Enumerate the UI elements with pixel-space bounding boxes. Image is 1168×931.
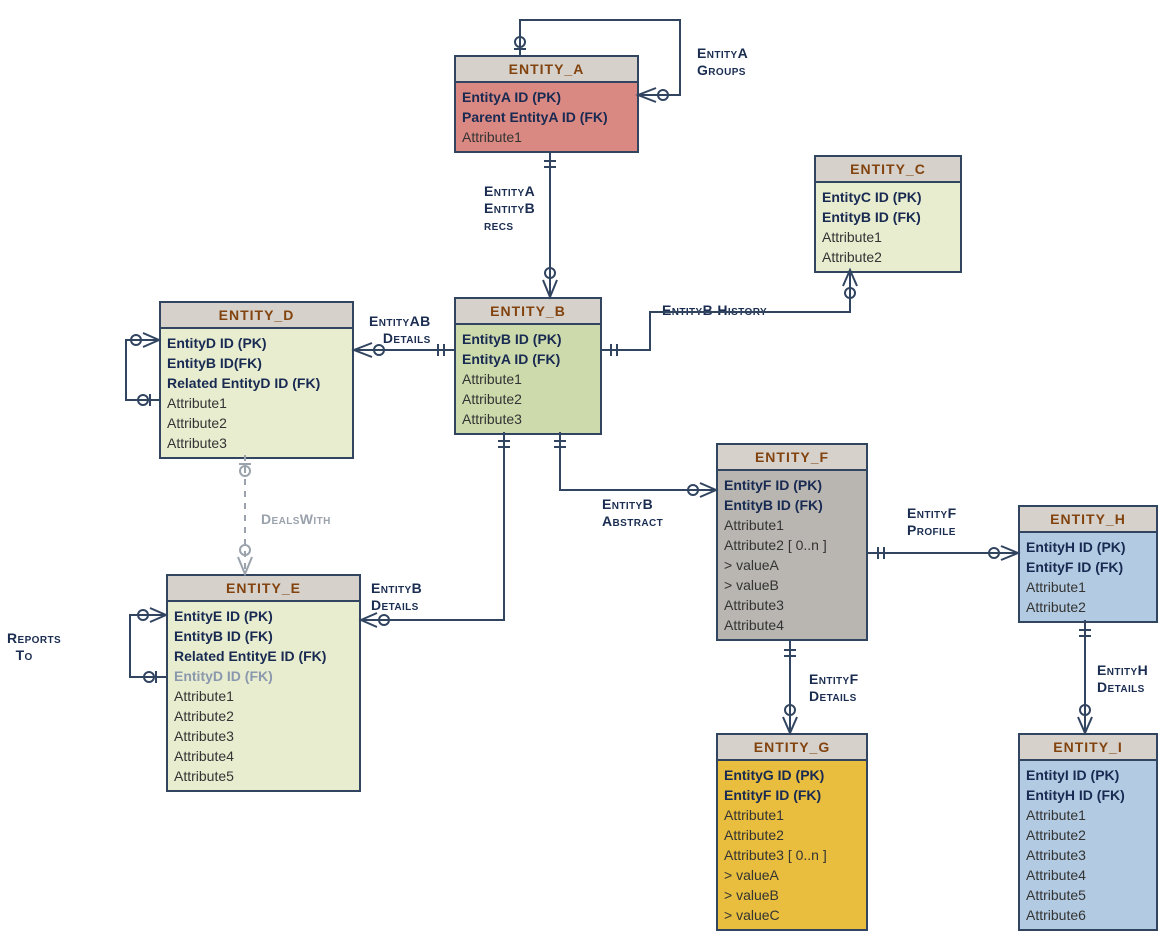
entity-i-key: EntityH ID (FK): [1026, 785, 1150, 805]
entity-i-attr: Attribute1: [1026, 805, 1150, 825]
entity-g-attr: > valueA: [724, 865, 860, 885]
entity-e: ENTITY_E EntityE ID (PK) EntityB ID (FK)…: [166, 574, 361, 792]
entity-i-key: EntityI ID (PK): [1026, 765, 1150, 785]
entity-e-optkey: EntityD ID (FK): [174, 666, 353, 686]
entity-c: ENTITY_C EntityC ID (PK) EntityB ID (FK)…: [814, 155, 962, 273]
entity-i: ENTITY_I EntityI ID (PK) EntityH ID (FK)…: [1018, 733, 1158, 931]
entity-i-title: ENTITY_I: [1020, 735, 1156, 761]
entity-g-key: EntityG ID (PK): [724, 765, 860, 785]
label-entityf-details: EntityFDetails: [809, 671, 859, 705]
entity-d-key: EntityD ID (PK): [167, 333, 346, 353]
entity-i-attr: Attribute4: [1026, 865, 1150, 885]
entity-e-key: EntityB ID (FK): [174, 626, 353, 646]
entity-f-attr: Attribute1: [724, 515, 860, 535]
entity-f-attr: Attribute3: [724, 595, 860, 615]
entity-d-attr: Attribute1: [167, 393, 346, 413]
entity-i-attr: Attribute2: [1026, 825, 1150, 845]
entity-h-key: EntityH ID (PK): [1026, 537, 1150, 557]
label-dealswith: DealsWith: [261, 511, 331, 528]
entity-g-attr: Attribute3 [ 0..n ]: [724, 845, 860, 865]
entity-c-title: ENTITY_C: [816, 157, 960, 183]
entity-g: ENTITY_G EntityG ID (PK) EntityF ID (FK)…: [716, 733, 868, 931]
entity-f-attr: Attribute4: [724, 615, 860, 635]
entity-e-attr: Attribute5: [174, 766, 353, 786]
entity-h-attr: Attribute1: [1026, 577, 1150, 597]
entity-a: ENTITY_A EntityA ID (PK) Parent EntityA …: [454, 55, 639, 153]
entity-h-key: EntityF ID (FK): [1026, 557, 1150, 577]
entity-c-attr: Attribute1: [822, 227, 954, 247]
label-entityf-profile: EntityFProfile: [907, 505, 957, 539]
entity-e-key: Related EntityE ID (FK): [174, 646, 353, 666]
entity-c-key: EntityB ID (FK): [822, 207, 954, 227]
entity-b-attr: Attribute2: [462, 389, 594, 409]
entity-i-attr: Attribute5: [1026, 885, 1150, 905]
entity-g-title: ENTITY_G: [718, 735, 866, 761]
entity-c-attr: Attribute2: [822, 247, 954, 267]
entity-h-title: ENTITY_H: [1020, 507, 1156, 533]
label-entityb-details: EntityBDetails: [371, 580, 422, 614]
entity-d: ENTITY_D EntityD ID (PK) EntityB ID(FK) …: [159, 301, 354, 459]
entity-i-attr: Attribute3: [1026, 845, 1150, 865]
entity-d-key: Related EntityD ID (FK): [167, 373, 346, 393]
entity-f: ENTITY_F EntityF ID (PK) EntityB ID (FK)…: [716, 443, 868, 641]
entity-e-title: ENTITY_E: [168, 576, 359, 602]
entity-g-attr: > valueC: [724, 905, 860, 925]
entity-e-attr: Attribute3: [174, 726, 353, 746]
entity-g-attr: Attribute1: [724, 805, 860, 825]
entity-b: ENTITY_B EntityB ID (PK) EntityA ID (FK)…: [454, 297, 602, 435]
entity-h: ENTITY_H EntityH ID (PK) EntityF ID (FK)…: [1018, 505, 1158, 623]
entity-f-title: ENTITY_F: [718, 445, 866, 471]
entity-b-key: EntityB ID (PK): [462, 329, 594, 349]
entity-g-attr: Attribute2: [724, 825, 860, 845]
entity-f-attr: > valueA: [724, 555, 860, 575]
entity-h-attr: Attribute2: [1026, 597, 1150, 617]
entity-f-attr: Attribute2 [ 0..n ]: [724, 535, 860, 555]
entity-a-title: ENTITY_A: [456, 57, 637, 83]
label-entitya-entityb-recs: EntityAEntityBrecs: [484, 183, 535, 234]
entity-f-key: EntityF ID (PK): [724, 475, 860, 495]
entity-e-attr: Attribute2: [174, 706, 353, 726]
entity-f-key: EntityB ID (FK): [724, 495, 860, 515]
entity-d-title: ENTITY_D: [161, 303, 352, 329]
entity-e-attr: Attribute1: [174, 686, 353, 706]
label-entityh-details: EntityHDetails: [1097, 662, 1148, 696]
entity-b-key: EntityA ID (FK): [462, 349, 594, 369]
entity-a-key: EntityA ID (PK): [462, 87, 631, 107]
entity-e-key: EntityE ID (PK): [174, 606, 353, 626]
entity-g-key: EntityF ID (FK): [724, 785, 860, 805]
label-entityb-history: EntityB History: [662, 302, 767, 319]
label-reports-to: Reports To: [7, 630, 61, 664]
entity-d-attr: Attribute2: [167, 413, 346, 433]
label-entitya-groups: EntityAGroups: [697, 45, 748, 79]
entity-a-attr: Attribute1: [462, 127, 631, 147]
entity-f-attr: > valueB: [724, 575, 860, 595]
entity-d-attr: Attribute3: [167, 433, 346, 453]
entity-e-attr: Attribute4: [174, 746, 353, 766]
label-entityb-abstract: EntityBAbstract: [602, 496, 663, 530]
label-entityab-details: EntityABDetails: [369, 313, 431, 347]
entity-i-attr: Attribute6: [1026, 905, 1150, 925]
entity-b-attr: Attribute3: [462, 409, 594, 429]
entity-d-key: EntityB ID(FK): [167, 353, 346, 373]
entity-b-attr: Attribute1: [462, 369, 594, 389]
entity-c-key: EntityC ID (PK): [822, 187, 954, 207]
entity-b-title: ENTITY_B: [456, 299, 600, 325]
entity-a-key: Parent EntityA ID (FK): [462, 107, 631, 127]
er-diagram-canvas: ENTITY_A EntityA ID (PK) Parent EntityA …: [0, 0, 1168, 928]
entity-g-attr: > valueB: [724, 885, 860, 905]
